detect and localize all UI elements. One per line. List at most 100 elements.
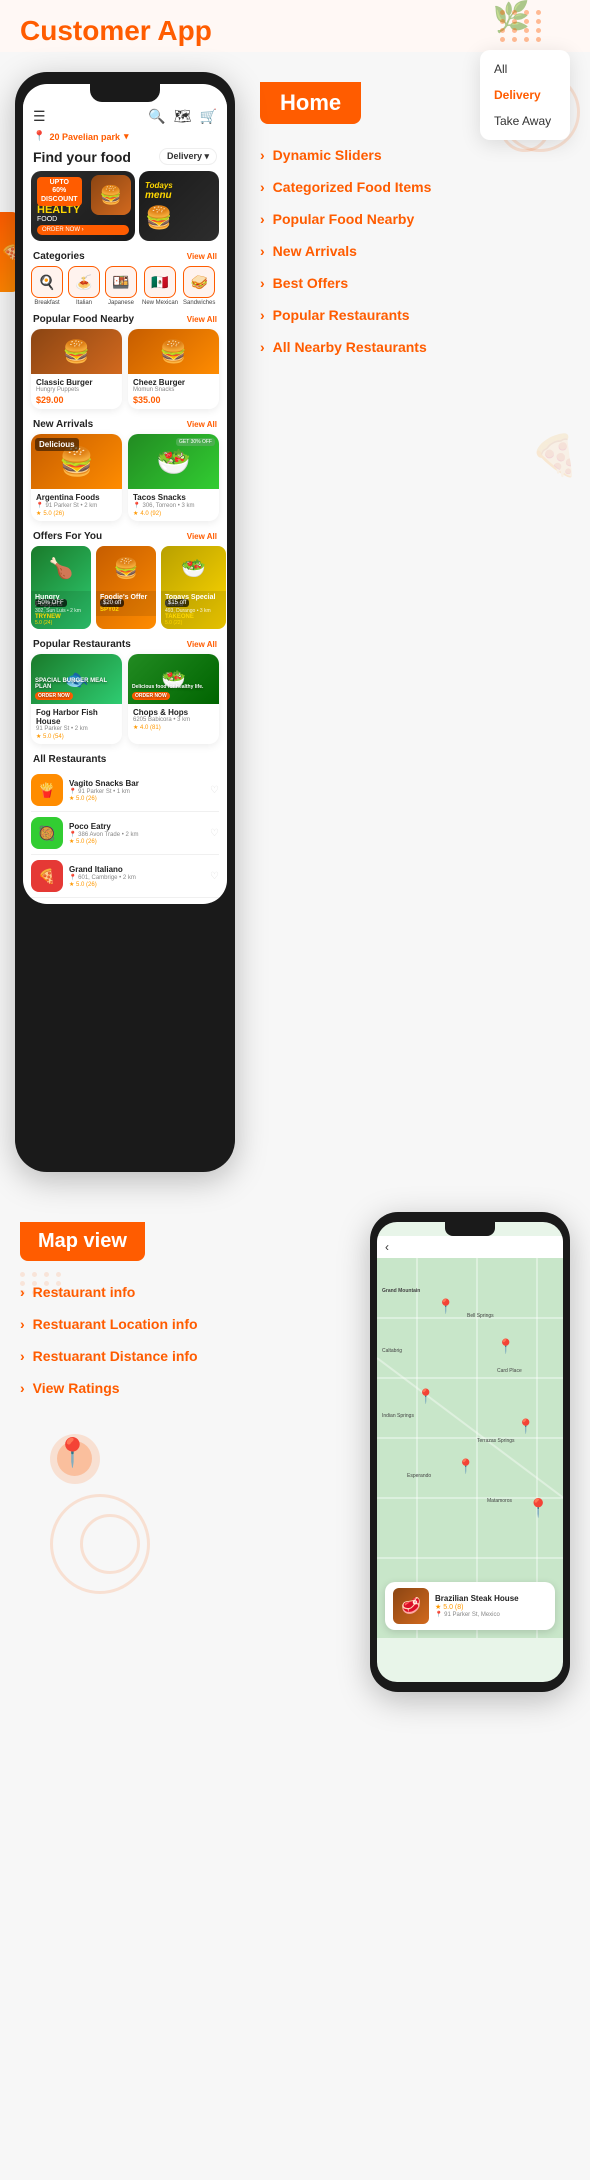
category-breakfast[interactable]: 🍳 Breakfast	[31, 266, 63, 306]
poco-eatry-item[interactable]: 🥘 Poco Eatry 📍 386 Avon Trade • 2 km ★ 5…	[31, 812, 219, 855]
home-menu-categorized[interactable]: › Categorized Food Items	[260, 171, 575, 203]
home-menu-new-arrivals[interactable]: › New Arrivals	[260, 235, 575, 267]
delivery-badge[interactable]: Delivery ▾	[159, 148, 217, 165]
tacos-snacks-card[interactable]: 🥗 GET 30% OFF Tacos Snacks 📍 306, Torreo…	[128, 434, 219, 521]
foodies-code: SPY02	[100, 607, 152, 613]
map-icon[interactable]: 🗺	[174, 108, 192, 125]
chops-hops-card[interactable]: 🥗 Delicious food for healthy life. ORDER…	[128, 654, 219, 744]
chevron-icon: ›	[260, 243, 265, 259]
poco-name: Poco Eatry	[69, 822, 204, 831]
location-pin-icon: 📍	[36, 502, 43, 509]
cheez-burger-shop: Momun Snacks	[133, 387, 214, 393]
vagito-rating: ★ 5.0 (26)	[69, 795, 204, 802]
delicious-badge: Delicious	[35, 438, 79, 451]
classic-burger-price: $29.00	[36, 395, 117, 405]
map-menu-location-info[interactable]: › Restuarant Location info	[20, 1308, 350, 1340]
map-pin-deco-icon: 📍	[55, 1436, 90, 1469]
categories-view-all[interactable]: View All	[187, 252, 217, 261]
dynamic-sliders-label: Dynamic Sliders	[273, 147, 382, 163]
new-arrivals-view-all[interactable]: View All	[187, 420, 217, 429]
category-mexican[interactable]: 🇲🇽 New Mexican	[142, 266, 178, 306]
page-title: Customer App	[20, 15, 212, 47]
header: Customer App 🌿 All Delivery Take Away	[0, 0, 590, 52]
search-icon[interactable]: 🔍	[148, 108, 165, 125]
popular-food-view-all[interactable]: View All	[187, 315, 217, 324]
banner-burger-image: 🍔	[145, 205, 213, 231]
home-menu-best-offers[interactable]: › Best Offers	[260, 267, 575, 299]
foodies-offer[interactable]: 🍔 $20 off Foodie's Offer App Offer SPY02	[96, 546, 156, 629]
map-phone-notch	[445, 1222, 495, 1236]
tacos-rating: ★ 4.0 (92)	[133, 510, 214, 517]
home-menu-popular-restaurants[interactable]: › Popular Restaurants	[260, 299, 575, 331]
poco-location: 📍 386 Avon Trade • 2 km	[69, 831, 204, 838]
map-background[interactable]: 📍 📍 📍 📍 📍 📍 Grand Mountain Bell Springs …	[377, 1258, 563, 1638]
offers-view-all[interactable]: View All	[187, 532, 217, 541]
map-info-card[interactable]: 🥩 Brazilian Steak House ★ 5.0 (8) 📍 91 P…	[385, 1582, 555, 1630]
popular-restaurants-view-all[interactable]: View All	[187, 640, 217, 649]
vagito-favorite-icon[interactable]: ♡	[210, 785, 219, 796]
topays-offer[interactable]: 🥗 $15 off Topays Special Menu 493, Duran…	[161, 546, 226, 629]
grand-favorite-icon[interactable]: ♡	[210, 871, 219, 882]
location-text[interactable]: 20 Pavelian park	[49, 132, 120, 142]
argentina-info: Argentina Foods 📍 91 Parker St • 2 km ★ …	[31, 489, 122, 521]
map-pin-2[interactable]: 📍	[497, 1338, 514, 1355]
map-pin-5[interactable]: 📍	[457, 1458, 474, 1475]
grand-logo: 🍕	[31, 860, 63, 892]
map-pin-4[interactable]: 📍	[517, 1418, 534, 1435]
fog-harbor-name: Fog Harbor Fish House	[36, 708, 117, 726]
fog-harbor-order-btn[interactable]: ORDER NOW	[35, 692, 73, 700]
category-sandwiches[interactable]: 🥪 Sandwiches	[183, 266, 215, 306]
topays-info: Topays Special Menu 493, Durango • 3 km …	[161, 591, 226, 629]
map-pin-3[interactable]: 📍	[417, 1388, 434, 1405]
grand-italiano-item[interactable]: 🍕 Grand Italiano 📍 601, Cambrige • 2 km …	[31, 855, 219, 898]
vagito-snacks-item[interactable]: 🍟 Vagito Snacks Bar 📍 91 Parker St • 1 k…	[31, 769, 219, 812]
argentina-location: 📍 91 Parker St • 2 km	[36, 502, 117, 509]
map-pin-1[interactable]: 📍	[437, 1298, 454, 1315]
map-card-image: 🥩	[393, 1588, 429, 1624]
dot-deco	[20, 1272, 64, 1295]
chevron-icon: ›	[260, 275, 265, 291]
all-restaurants-title: All Restaurants	[33, 754, 106, 765]
breakfast-icon: 🍳	[31, 266, 63, 298]
cart-icon[interactable]: 🛒	[200, 108, 217, 125]
poco-logo: 🥘	[31, 817, 63, 849]
order-now-button[interactable]: ORDER NOW ›	[37, 225, 129, 235]
fog-harbor-card[interactable]: 🐟 SPACIAL BURGER MEAL PLAN ORDER NOW Fog…	[31, 654, 122, 744]
secondary-banner[interactable]: Todays menu 🍔	[139, 171, 219, 241]
back-icon[interactable]: ‹	[385, 1240, 389, 1254]
map-pin-active[interactable]: 📍	[527, 1498, 549, 1519]
todays-menu-text: menu	[145, 190, 213, 201]
hamburger-icon[interactable]: ☰	[33, 108, 46, 125]
chops-hops-order-btn[interactable]: ORDER NOW	[132, 692, 170, 700]
home-menu-popular-food[interactable]: › Popular Food Nearby	[260, 203, 575, 235]
star-icon: ★	[133, 510, 138, 517]
main-banner[interactable]: UPTO60%DISCOUNT 🍔 HEALTY FOOD ORDER NOW …	[31, 171, 135, 241]
fifteen-off-badge: $15 off	[165, 599, 189, 607]
bottom-spacer	[0, 1692, 590, 1732]
delivery-dropdown[interactable]: All Delivery Take Away	[480, 50, 570, 140]
dropdown-delivery[interactable]: Delivery	[480, 82, 570, 108]
map-menu-view-ratings[interactable]: › View Ratings	[20, 1372, 350, 1404]
category-japanese[interactable]: 🍱 Japanese	[105, 266, 137, 306]
classic-burger-card[interactable]: 🍔 Classic Burger Hungry Puppets $29.00	[31, 329, 122, 409]
dropdown-all[interactable]: All	[480, 56, 570, 82]
dropdown-takeaway[interactable]: Take Away	[480, 108, 570, 134]
poco-favorite-icon[interactable]: ♡	[210, 828, 219, 839]
categorized-label: Categorized Food Items	[273, 179, 432, 195]
offers-header: Offers For You View All	[23, 527, 227, 546]
home-menu-all-nearby[interactable]: › All Nearby Restaurants	[260, 331, 575, 363]
home-banner: Home	[260, 82, 361, 124]
fifty-off-badge: 50% OFF	[35, 599, 67, 607]
map-menu-distance-info[interactable]: › Restuarant Distance info	[20, 1340, 350, 1372]
poco-info: Poco Eatry 📍 386 Avon Trade • 2 km ★ 5.0…	[69, 822, 204, 845]
map-label-5: Indian Springs	[382, 1413, 414, 1419]
category-italian[interactable]: 🍝 Italian	[68, 266, 100, 306]
popular-food-row: 🍔 Classic Burger Hungry Puppets $29.00 🍔…	[23, 329, 227, 415]
distance-info-label: Restuarant Distance info	[33, 1348, 198, 1364]
hungry-puppets-offer[interactable]: 🍗 50% OFF Hungry Puppets 302, Sun Luis •…	[31, 546, 91, 629]
categories-title: Categories	[33, 251, 85, 262]
cheez-burger-card[interactable]: 🍔 Cheez Burger Momun Snacks $35.00	[128, 329, 219, 409]
grand-location: 📍 601, Cambrige • 2 km	[69, 874, 204, 881]
map-menu-restaurant-info[interactable]: › Restaurant info	[20, 1276, 350, 1308]
argentina-foods-card[interactable]: 🍔 Delicious Argentina Foods 📍 91 Parker …	[31, 434, 122, 521]
